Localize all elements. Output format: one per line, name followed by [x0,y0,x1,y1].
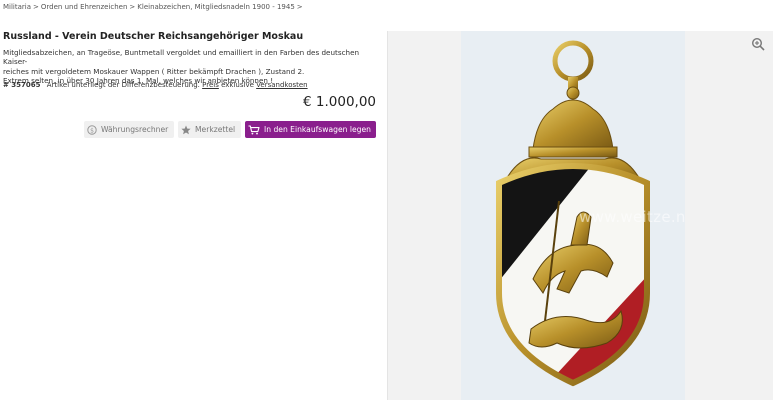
add-to-cart-button[interactable]: In den Einkaufswagen legen [245,121,376,138]
product-photo[interactable]: www.weitze.net [461,31,685,400]
price-info-link[interactable]: Preis [202,81,219,89]
wishlist-button[interactable]: Merkzettel [178,121,241,138]
product-price: € 1.000,00 [303,94,376,110]
wishlist-label: Merkzettel [195,125,236,134]
add-to-cart-label: In den Einkaufswagen legen [264,125,371,134]
shipping-costs-link[interactable]: Versandkosten [256,81,307,89]
breadcrumb-item-orden[interactable]: Orden und Ehrenzeichen [41,3,128,11]
product-sku: # 357065 [3,81,41,89]
shipping-prefix: exklusive [221,81,254,89]
shopping-cart-icon [248,124,260,135]
currency-converter-button[interactable]: $ Währungsrechner [84,121,174,138]
breadcrumb-separator: > [129,3,136,11]
svg-text:$: $ [90,127,94,134]
breadcrumb-item-militaria[interactable]: Militaria [3,3,31,11]
product-meta: # 357065 Artikel unterliegt der Differen… [3,81,308,89]
product-image-panel: www.weitze.net [387,31,773,400]
description-line: Mitgliedsabzeichen, an Trageöse, Buntmet… [3,48,360,67]
breadcrumb-separator: > [296,3,303,11]
image-watermark: www.weitze.net [579,208,685,226]
description-line: reiches mit vergoldetem Moskauer Wappen … [3,66,305,76]
zoom-in-icon[interactable] [751,36,765,51]
star-icon [181,125,191,135]
product-description: Mitgliedsabzeichen, an Trageöse, Buntmet… [3,48,381,85]
tax-note: Artikel unterliegt der Differenzbesteuer… [46,81,200,89]
breadcrumb-item-kleinabzeichen[interactable]: Kleinabzeichen, Mitgliedsnadeln 1900 - 1… [137,3,295,11]
currency-coin-icon: $ [87,124,97,135]
breadcrumb-separator: > [33,3,39,11]
breadcrumb: Militaria > Orden und Ehrenzeichen > Kleinab… [3,3,305,11]
currency-converter-label: Währungsrechner [101,125,169,134]
product-title: Russland - Verein Deutscher Reichsangehö… [3,31,304,42]
